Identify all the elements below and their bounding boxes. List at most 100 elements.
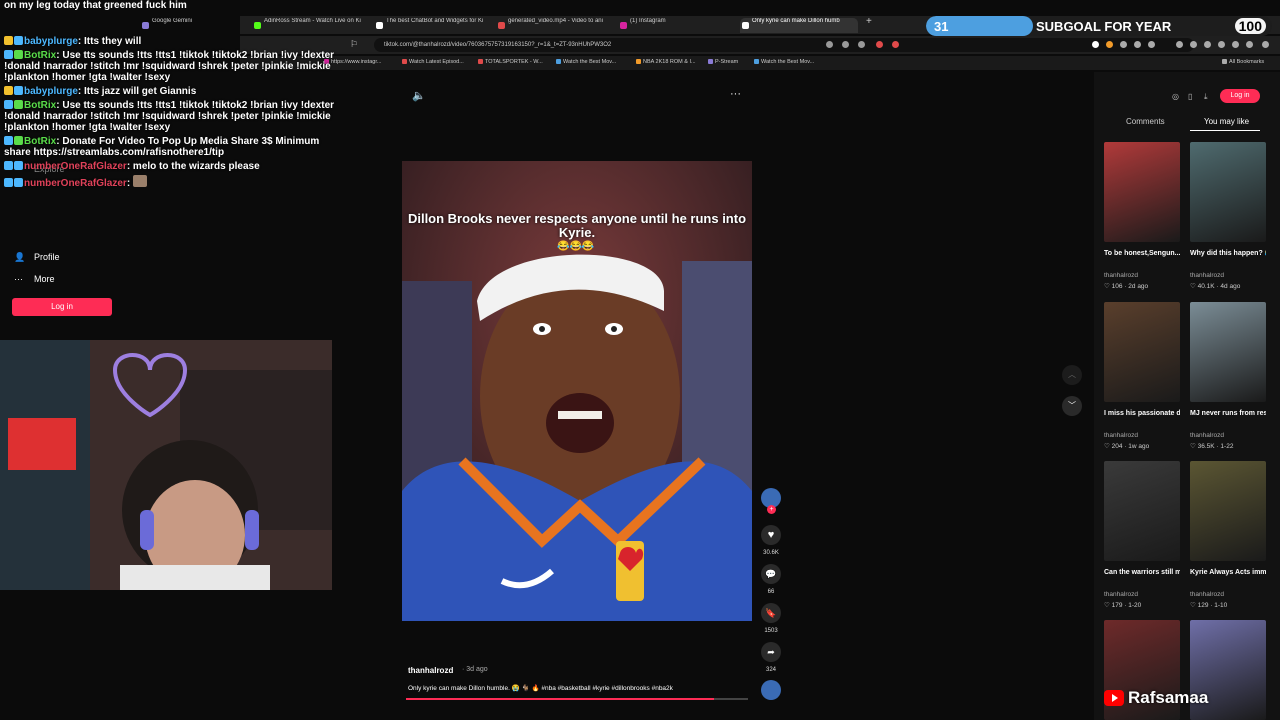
- more-options-icon[interactable]: ···: [730, 88, 741, 100]
- video-thumbnail[interactable]: [1104, 461, 1180, 561]
- extension-icon[interactable]: [826, 41, 833, 48]
- vpn-icon[interactable]: [1232, 41, 1239, 48]
- sub-badge-icon: [4, 86, 13, 95]
- video-progress-track[interactable]: [406, 698, 748, 700]
- tab-instagram[interactable]: (1) Instagram: [618, 18, 734, 33]
- tab-tiktok[interactable]: Only kyrie can make Dillon humb: [740, 18, 858, 33]
- heart-icon: ♡: [1190, 283, 1198, 290]
- play-icon: [402, 59, 407, 65]
- extension-icon-2[interactable]: [1092, 41, 1099, 48]
- game-icon: [636, 59, 641, 65]
- bookmark-nba2k18[interactable]: NBA 2K18 ROM & I...: [636, 59, 696, 65]
- login-button[interactable]: Log in: [12, 298, 112, 316]
- nav-profile[interactable]: Profile: [34, 252, 60, 262]
- extension-icon-5[interactable]: [1134, 41, 1141, 48]
- brave-icon[interactable]: [876, 41, 883, 48]
- tab-comments[interactable]: Comments: [1126, 117, 1165, 126]
- video-thumbnail[interactable]: [1190, 142, 1266, 242]
- music-disc-icon[interactable]: [761, 680, 781, 700]
- video-author[interactable]: thanhalrozd: [1190, 432, 1224, 439]
- tab-generated-video[interactable]: generated_video.mp4 - Video to ani: [496, 18, 612, 33]
- phone-icon[interactable]: ▯: [1188, 92, 1192, 101]
- volume-icon[interactable]: 🔈: [412, 89, 426, 102]
- video-author[interactable]: thanhalrozd: [1190, 591, 1224, 598]
- bookmark-episodes[interactable]: Watch Latest Episod...: [402, 59, 464, 65]
- video-author[interactable]: thanhalrozd: [408, 666, 453, 675]
- wallet-icon[interactable]: [1218, 41, 1225, 48]
- coin-icon[interactable]: ◎: [1172, 92, 1179, 101]
- download-icon[interactable]: [1176, 41, 1183, 48]
- video-meta: ♡ 129 · 1-10: [1190, 602, 1228, 609]
- tab-gemini[interactable]: Google Gemini: [140, 18, 226, 33]
- share-icon[interactable]: ➦: [761, 642, 781, 662]
- extension-icon-6[interactable]: [1148, 41, 1155, 48]
- download-icon[interactable]: ⤓: [1204, 92, 1208, 102]
- all-bookmarks[interactable]: All Bookmarks: [1222, 59, 1264, 65]
- bookmark-movies-2[interactable]: Watch the Best Mov...: [754, 59, 814, 65]
- video-author[interactable]: thanhalrozd: [1104, 591, 1138, 598]
- profile-icon[interactable]: [1246, 41, 1253, 48]
- chat-message: BotRix: Use tts sounds !tts !tts1 !tikto…: [4, 50, 335, 83]
- cast-icon[interactable]: [842, 41, 849, 48]
- likes-count: 36.5K: [1197, 443, 1215, 450]
- video-title[interactable]: Can the warriors still make the...: [1104, 568, 1180, 577]
- video-thumbnail[interactable]: [1104, 302, 1180, 402]
- panel-login-button[interactable]: Log in: [1220, 89, 1260, 103]
- comment-icon[interactable]: 💬: [761, 564, 781, 584]
- video-title[interactable]: MJ never runs from responsibil...: [1190, 409, 1266, 418]
- emote-icon: [132, 175, 147, 187]
- follow-plus-icon[interactable]: +: [767, 505, 776, 514]
- extension-icon-3[interactable]: [1106, 41, 1113, 48]
- video-meta: ♡ 40.1K · 4d ago: [1190, 283, 1241, 290]
- history-icon[interactable]: [1190, 41, 1197, 48]
- video-age: 1-22: [1220, 443, 1234, 450]
- heart-icon[interactable]: ♥: [761, 525, 781, 545]
- extension-icon-4[interactable]: [1120, 41, 1127, 48]
- video-title[interactable]: Kyrie Always Acts immature Around...: [1190, 568, 1266, 577]
- save-icon[interactable]: 🔖: [761, 603, 781, 623]
- subgoal-label: SUBGOAL FOR YEAR: [1036, 19, 1172, 34]
- video-title[interactable]: I miss his passionate dunk...: [1104, 409, 1180, 418]
- video-author[interactable]: thanhalrozd: [1190, 272, 1224, 279]
- video-meta: ♡ 106 · 2d ago: [1104, 283, 1149, 290]
- verified-badge-icon: [14, 36, 23, 45]
- tiktok-icon: [742, 22, 749, 29]
- video-title[interactable]: To be honest,Sengun...: [1104, 249, 1180, 258]
- tab-you-may-like[interactable]: You may like: [1204, 117, 1249, 126]
- tab-chatbot[interactable]: The best ChatBot and Widgets for Ki: [374, 18, 490, 33]
- bookmark-totalsportek[interactable]: TOTALSPORTEK - W...: [478, 59, 543, 65]
- video-author[interactable]: thanhalrozd: [1104, 432, 1138, 439]
- url-input[interactable]: tiktok.com/@thanhalrozd/video/7603675757…: [374, 38, 1194, 52]
- video-title[interactable]: Why did this happen? 😰 🙈 ...: [1190, 249, 1266, 258]
- chatbot-icon: [376, 22, 383, 29]
- chevron-down-icon[interactable]: ﹀: [1062, 396, 1082, 416]
- recommendations-panel: ◎ ▯ ⤓ Log in Comments You may like To be…: [1094, 72, 1280, 720]
- gear-badge-icon: [14, 100, 23, 109]
- profile-icon: 👤: [14, 252, 26, 262]
- video-thumbnail[interactable]: [1190, 302, 1266, 402]
- video-player[interactable]: Dillon Brooks never respects anyone unti…: [402, 161, 752, 621]
- chevron-up-icon[interactable]: ︿: [1062, 365, 1082, 385]
- sidebar-icon[interactable]: [1204, 41, 1211, 48]
- chat-message: numberOneRafGlazer:: [4, 175, 344, 189]
- bookmark-movies[interactable]: Watch the Best Mov...: [556, 59, 616, 65]
- video-thumbnail[interactable]: [1190, 461, 1266, 561]
- movie-icon: [754, 59, 759, 65]
- nav-more[interactable]: More: [34, 274, 55, 284]
- menu-icon[interactable]: [1262, 41, 1269, 48]
- tab-adinross[interactable]: AdinRoss Stream - Watch Live on Ki: [252, 18, 368, 33]
- bot-badge-icon: [4, 161, 13, 170]
- video-progress-fill: [406, 698, 714, 700]
- plus-icon[interactable]: +: [864, 16, 878, 31]
- sport-icon: [478, 59, 483, 65]
- bookmark-pstream[interactable]: P-Stream: [708, 59, 738, 65]
- bookmark-icon[interactable]: ⚐: [350, 39, 358, 50]
- video-thumbnail[interactable]: [1104, 142, 1180, 242]
- video-age: 4d ago: [1220, 283, 1241, 290]
- video-age: · 3d ago: [462, 666, 488, 673]
- video-description: Only kyrie can make Dillon humble. 😭 🐐 🔥…: [408, 685, 673, 692]
- video-age: 1-10: [1214, 602, 1228, 609]
- share-icon[interactable]: [858, 41, 865, 48]
- alert-icon[interactable]: [892, 41, 899, 48]
- video-author[interactable]: thanhalrozd: [1104, 272, 1138, 279]
